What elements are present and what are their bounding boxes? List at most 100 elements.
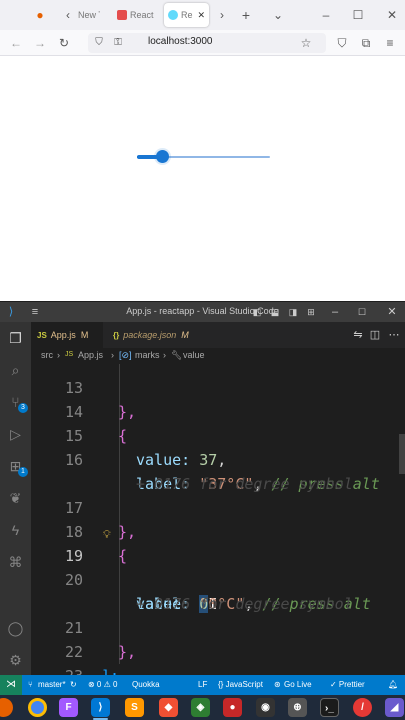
- extensions-icon[interactable]: ⧉: [358, 35, 374, 51]
- bookmark-star-icon[interactable]: ☆: [298, 35, 314, 51]
- compare-changes-icon[interactable]: ⇋: [351, 327, 365, 343]
- breadcrumb-src[interactable]: src: [41, 350, 53, 360]
- code-line-wrapped[interactable]: + 0176 for degree symbol: [31, 448, 405, 493]
- address-bar[interactable]: ⛉ ⚿ localhost:3000 ☆: [88, 33, 326, 53]
- mongodb-leaf-icon[interactable]: ❦: [6, 488, 25, 508]
- tab-new-tab[interactable]: New T: [78, 3, 100, 27]
- code-line[interactable]: 17 },: [31, 472, 405, 541]
- remote-icon[interactable]: ⋊: [0, 675, 22, 695]
- app-icon[interactable]: ●: [223, 698, 242, 717]
- tab-scroll-right-icon[interactable]: ›: [214, 7, 230, 23]
- project-manager-icon[interactable]: ⌘: [6, 552, 25, 572]
- new-tab-plus-icon[interactable]: +: [238, 7, 254, 23]
- breadcrumb-value[interactable]: value: [183, 350, 205, 360]
- run-debug-icon[interactable]: ▷: [6, 424, 25, 444]
- explorer-files-icon[interactable]: ❐: [6, 328, 25, 348]
- tab-list-chevron-icon[interactable]: ⌄: [270, 7, 286, 23]
- firefox-icon[interactable]: ●: [32, 7, 48, 23]
- tab-package-json[interactable]: {} package.json M: [107, 322, 207, 348]
- code-line[interactable]: 24 function valuetext(value) {: [31, 664, 405, 675]
- lightning-icon[interactable]: ϟ: [6, 520, 25, 540]
- code-line[interactable]: 22 ];: [31, 616, 405, 675]
- toggle-panel-icon[interactable]: ⬓: [268, 304, 282, 320]
- toggle-secondary-sidebar-icon[interactable]: ◨: [286, 304, 300, 320]
- code-line-wrapped[interactable]: + 0176 for degree symbol: [31, 568, 405, 613]
- code-line[interactable]: 16 label: "37°C", // press alt: [31, 424, 405, 493]
- window-title: App.js - reactapp - Visual Studio Code: [126, 306, 279, 316]
- maximize-icon[interactable]: ☐: [350, 7, 366, 23]
- chrome-icon[interactable]: [28, 698, 47, 717]
- app-icon[interactable]: /: [353, 698, 372, 717]
- forward-arrow-icon[interactable]: →: [32, 35, 48, 51]
- app-icon[interactable]: ◈: [191, 698, 210, 717]
- code-line[interactable]: 23: [31, 640, 405, 675]
- toggle-sidebar-icon[interactable]: ◧: [250, 304, 264, 320]
- sync-icon[interactable]: ↻: [70, 680, 77, 689]
- vscode-taskbar-icon[interactable]: ⟩: [91, 698, 110, 717]
- status-branch[interactable]: master*: [38, 680, 66, 689]
- shield-icon[interactable]: ⛉: [91, 35, 107, 51]
- figma-icon[interactable]: F: [59, 698, 78, 717]
- page-info-icon[interactable]: ⚿: [110, 35, 126, 51]
- modified-indicator: M: [80, 330, 89, 340]
- settings-gear-icon[interactable]: ⚙: [6, 650, 25, 670]
- status-quokka[interactable]: Quokka: [132, 680, 160, 689]
- tab-react-app-active[interactable]: Re ✕: [164, 3, 209, 27]
- tab-react[interactable]: React: [117, 3, 155, 27]
- close-window-icon[interactable]: ✕: [384, 7, 400, 23]
- branch-icon: ⑂: [28, 680, 33, 689]
- search-icon[interactable]: ⌕: [6, 360, 25, 380]
- code-line[interactable]: 14 {: [31, 376, 405, 445]
- extensions-icon[interactable]: ⊞ 1: [6, 456, 28, 477]
- code-line[interactable]: 21 },: [31, 592, 405, 661]
- close-tab-icon[interactable]: ✕: [198, 10, 206, 21]
- editor-tabs: JS App.js M {} package.json M ⇋ ◫ ⋯: [31, 322, 405, 348]
- account-icon[interactable]: ◯: [6, 618, 25, 638]
- minimize-icon[interactable]: –: [328, 304, 342, 320]
- slider-thumb[interactable]: [156, 150, 170, 163]
- reload-icon[interactable]: ↻: [56, 35, 72, 51]
- firefox-icon[interactable]: [0, 698, 13, 717]
- git-icon[interactable]: ◆: [159, 698, 178, 717]
- page-content: [0, 57, 405, 301]
- tab-label: New T: [78, 10, 100, 20]
- customize-layout-icon[interactable]: ⊞: [304, 304, 318, 320]
- sublime-text-icon[interactable]: S: [125, 698, 144, 717]
- code-line[interactable]: 18 {: [31, 496, 405, 565]
- pocket-icon[interactable]: ⛉: [334, 35, 350, 51]
- powertoys-icon[interactable]: ◢: [385, 698, 404, 717]
- app-icon[interactable]: ⊕: [288, 698, 307, 717]
- breadcrumb-marks[interactable]: marks: [135, 350, 160, 360]
- temperature-slider[interactable]: [137, 150, 270, 164]
- tab-app-js[interactable]: JS App.js M: [31, 322, 103, 348]
- source-control-icon[interactable]: ⑂ 3: [6, 392, 28, 413]
- code-line[interactable]: 13 },: [31, 364, 405, 421]
- more-actions-icon[interactable]: ⋯: [387, 327, 401, 343]
- status-language[interactable]: {} JavaScript: [218, 680, 263, 689]
- code-line[interactable]: 20 label: "0°C", // press alt: [31, 544, 405, 613]
- json-file-icon: {}: [113, 330, 120, 340]
- chevron-right-icon: ›: [57, 350, 60, 360]
- status-problems[interactable]: ⊗ 0 ⚠ 0: [88, 680, 117, 689]
- status-eol[interactable]: LF: [198, 680, 207, 689]
- code-line[interactable]: 15 value: 37,: [31, 400, 405, 469]
- code-editor[interactable]: 13 }, 14 { 15 value: 37, 16 label: "37°C…: [31, 364, 405, 675]
- breadcrumb-app-js[interactable]: App.js: [78, 350, 103, 360]
- minimize-icon[interactable]: –: [318, 7, 334, 23]
- terminal-icon[interactable]: ›_: [320, 698, 339, 717]
- status-prettier[interactable]: ✓ Prettier: [330, 680, 365, 689]
- url-text[interactable]: localhost:3000: [148, 36, 213, 47]
- obs-icon[interactable]: ◉: [256, 698, 275, 717]
- editor-scrollbar[interactable]: [399, 434, 405, 474]
- code-line-current[interactable]: 19 💡︎ value: 0I: [31, 520, 405, 613]
- status-bar: ⋊ ⑂ master* ↻ ⊗ 0 ⚠ 0 Quokka LF {} JavaS…: [0, 675, 405, 695]
- tab-scroll-left-icon[interactable]: ‹: [60, 7, 76, 23]
- restore-icon[interactable]: ☐: [355, 304, 369, 320]
- status-go-live[interactable]: Go Live: [284, 680, 312, 689]
- menu-hamburger-icon[interactable]: ≡: [382, 35, 398, 51]
- chevron-right-icon: ›: [111, 350, 114, 360]
- close-window-icon[interactable]: ✕: [385, 304, 399, 320]
- split-editor-icon[interactable]: ◫: [368, 327, 382, 343]
- notifications-bell-icon[interactable]: 🔔︎: [388, 680, 398, 689]
- back-arrow-icon[interactable]: ←: [8, 35, 24, 51]
